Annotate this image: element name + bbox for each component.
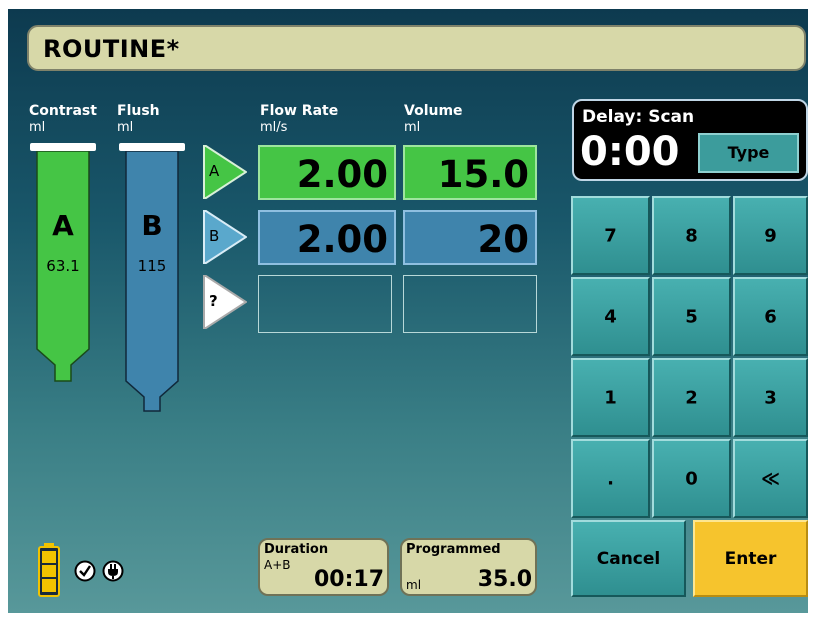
delay-label: Delay: Scan — [582, 107, 695, 127]
contrast-unit: ml — [29, 120, 46, 135]
delay-time[interactable]: 0:00 — [580, 129, 680, 175]
power-plug-icon — [102, 560, 124, 582]
key-0[interactable]: 0 — [652, 439, 731, 518]
key-6-label: 6 — [764, 306, 777, 327]
key-8[interactable]: 8 — [652, 196, 731, 275]
phase-3-letter: ? — [209, 292, 218, 310]
phase-1-indicator[interactable]: A — [203, 145, 248, 199]
syringe-a-letter: A — [52, 209, 74, 242]
key-7-label: 7 — [604, 225, 617, 246]
key-9-label: 9 — [764, 225, 777, 246]
flush-header: Flush — [117, 103, 160, 119]
phase-1-flow-rate[interactable]: 2.00 — [258, 145, 396, 200]
phase-1-volume[interactable]: 15.0 — [403, 145, 537, 200]
syringe-b-volume: 115 — [137, 257, 167, 275]
key-3-label: 3 — [764, 387, 777, 408]
key-5[interactable]: 5 — [652, 277, 731, 356]
key-4-label: 4 — [604, 306, 617, 327]
phase-2-indicator[interactable]: B — [203, 210, 248, 264]
key-3[interactable]: 3 — [733, 358, 808, 437]
duration-box: Duration A+B 00:17 — [258, 538, 389, 596]
programmed-value: 35.0 — [477, 567, 532, 592]
syringe-b-body-icon — [125, 150, 179, 412]
phase-2-volume[interactable]: 20 — [403, 210, 537, 265]
key-7[interactable]: 7 — [571, 196, 650, 275]
injector-screen: ROUTINE* Contrast ml Flush ml Flow Rate … — [0, 0, 816, 617]
key-backspace[interactable]: ≪ — [733, 439, 808, 518]
key-6[interactable]: 6 — [733, 277, 808, 356]
key-decimal[interactable]: . — [571, 439, 650, 518]
syringe-a-volume: 63.1 — [46, 257, 80, 275]
cancel-label: Cancel — [596, 548, 661, 569]
key-4[interactable]: 4 — [571, 277, 650, 356]
syringe-a[interactable]: A 63.1 — [30, 150, 96, 383]
programmed-label: Programmed — [406, 542, 501, 557]
phase-3-flow-rate[interactable] — [258, 275, 392, 333]
duration-sub: A+B — [264, 558, 291, 572]
key-0-label: 0 — [685, 468, 698, 489]
enter-button[interactable]: Enter — [693, 520, 808, 597]
key-1-label: 1 — [604, 387, 617, 408]
battery-icon — [38, 543, 60, 597]
volume-unit: ml — [404, 120, 421, 135]
programmed-box: Programmed ml 35.0 — [400, 538, 537, 596]
protocol-title-bar[interactable]: ROUTINE* — [27, 25, 806, 71]
syringe-b[interactable]: B 115 — [119, 150, 185, 413]
syringe-a-cap — [30, 143, 96, 151]
key-5-label: 5 — [685, 306, 698, 327]
key-decimal-label: . — [607, 468, 614, 489]
flush-unit: ml — [117, 120, 134, 135]
key-2[interactable]: 2 — [652, 358, 731, 437]
flow-rate-unit: ml/s — [260, 120, 288, 135]
phase-2-letter: B — [209, 227, 220, 245]
phase-1-letter: A — [209, 162, 220, 180]
checkmark-circle-icon — [74, 560, 96, 582]
flow-rate-header: Flow Rate — [260, 103, 339, 119]
programmed-unit: ml — [406, 578, 422, 592]
delay-panel: Delay: Scan 0:00 Type — [572, 99, 808, 181]
syringe-b-cap — [119, 143, 185, 151]
delay-type-button[interactable]: Type — [698, 133, 799, 173]
syringe-b-letter: B — [141, 209, 163, 242]
volume-header: Volume — [404, 103, 463, 119]
phase-3-volume[interactable] — [403, 275, 537, 333]
phase-3-indicator[interactable]: ? — [203, 275, 248, 329]
phase-1-volume-value: 15.0 — [437, 153, 529, 196]
contrast-header: Contrast — [29, 103, 97, 119]
phase-2-flow-rate[interactable]: 2.00 — [258, 210, 396, 265]
phase-2-flow-rate-value: 2.00 — [296, 218, 388, 261]
key-8-label: 8 — [685, 225, 698, 246]
key-1[interactable]: 1 — [571, 358, 650, 437]
enter-label: Enter — [724, 548, 777, 569]
phase-1-flow-rate-value: 2.00 — [296, 153, 388, 196]
cancel-button[interactable]: Cancel — [571, 520, 686, 597]
backspace-icon: ≪ — [761, 468, 780, 489]
key-2-label: 2 — [685, 387, 698, 408]
duration-value: 00:17 — [313, 567, 384, 592]
duration-label: Duration — [264, 542, 329, 557]
protocol-title: ROUTINE* — [43, 35, 180, 63]
phase-2-volume-value: 20 — [477, 218, 530, 261]
key-9[interactable]: 9 — [733, 196, 808, 275]
